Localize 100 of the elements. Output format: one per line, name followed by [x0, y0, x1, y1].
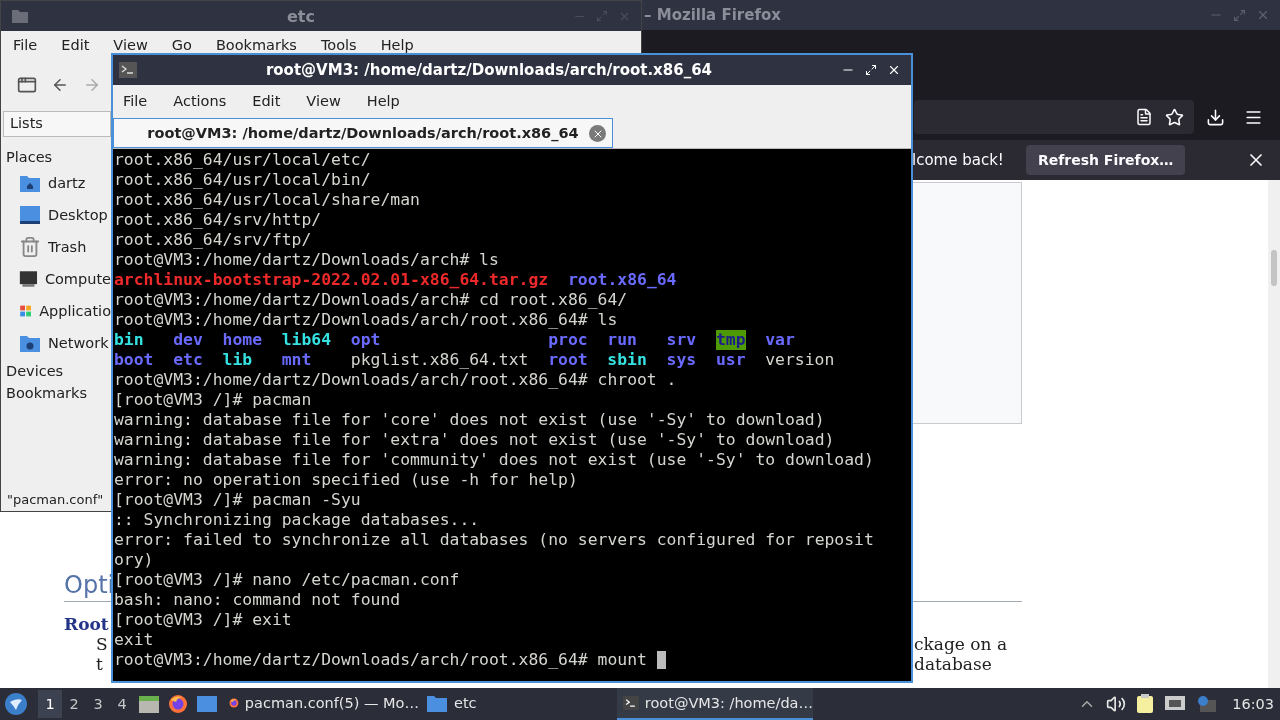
notification-message: lcome back!: [912, 151, 1004, 169]
directory-name: mnt: [281, 350, 312, 370]
terminal-line: warning: database file for 'extra' does not exist (use '-Sy' to download): [114, 430, 835, 450]
home-folder-icon: [19, 173, 41, 193]
place-item[interactable]: dartz: [3, 167, 111, 199]
terminal-line: root.x86_64/srv/ftp/: [114, 230, 312, 250]
terminal-icon[interactable]: [623, 694, 639, 712]
terminal-line: root@VM3:/home/dartz/Downloads/arch/root.x86_64# ls: [114, 310, 618, 330]
directory-name: bin: [114, 330, 144, 350]
menu-item[interactable]: View: [113, 37, 148, 53]
paragraph-text: t: [96, 654, 103, 674]
terminal-line: error: no operation specified (use -h for help): [114, 470, 578, 490]
close-icon[interactable]: [887, 63, 901, 77]
directory-name: boot: [114, 350, 154, 370]
new-window-icon[interactable]: [17, 75, 37, 95]
window-title: etc: [286, 6, 316, 26]
terminal-line: [root@VM3 /]# pacman -Syu: [114, 490, 361, 510]
terminal-tab[interactable]: root@VM3: /home/dartz/Downloads/arch/root.x86_64: [113, 118, 613, 148]
section-label: Devices: [5, 362, 65, 381]
directory-name: usr: [715, 350, 746, 370]
taskbar-item[interactable]: root@VM3: /home/da…: [617, 688, 813, 720]
terminal-line: exit: [114, 630, 154, 650]
terminal-icon: [119, 62, 137, 78]
section-label: Bookmarks: [5, 384, 88, 403]
taskbar-item[interactable]: pacman.conf(5) — Mo…: [223, 688, 419, 720]
directory-name: etc: [173, 350, 203, 370]
terminal-line: root.x86_64/srv/http/: [114, 210, 322, 230]
network-folder-icon: [19, 333, 41, 353]
computer-icon: [19, 269, 38, 289]
paragraph-text: S: [96, 634, 108, 654]
window-title: root@VM3: /home/dartz/Downloads/arch/root.x86_64: [264, 61, 714, 79]
terminal-line: root@VM3:/home/dartz/Downloads/arch/root.x86_64# mount: [114, 650, 647, 670]
menu-item[interactable]: Help: [366, 93, 400, 109]
menu-item[interactable]: View: [306, 93, 341, 109]
directory-name: var: [765, 330, 795, 350]
trash-icon: [19, 236, 41, 258]
directory-name: sys: [666, 350, 697, 370]
download-icon[interactable]: [1205, 107, 1225, 127]
menu-item[interactable]: Tools: [320, 37, 357, 53]
directory-name: proc: [548, 330, 588, 350]
volume-icon[interactable]: [1106, 694, 1127, 714]
desktop-icon[interactable]: [195, 695, 218, 713]
workspace-button[interactable]: 2: [62, 690, 86, 718]
terminal-line: warning: database file for 'community' does not exist (use '-Sy' to download): [114, 450, 874, 470]
scrollbar[interactable]: [1268, 180, 1280, 688]
subheading: Root: [64, 614, 109, 634]
terminal-line: root.x86_64/usr/local/bin/: [114, 170, 371, 190]
directory-name: root.x86_64: [567, 270, 677, 290]
menu-item[interactable]: Edit: [252, 93, 281, 109]
refresh-button[interactable]: Refresh Firefox…: [1025, 145, 1186, 175]
terminal-line: [root@VM3 /]# exit: [114, 610, 292, 630]
reader-view-icon[interactable]: [1135, 108, 1153, 126]
network-icon[interactable]: [1164, 695, 1187, 713]
folder-icon[interactable]: [426, 693, 448, 713]
pane-selector[interactable]: Lists: [3, 111, 111, 137]
url-field[interactable]: [914, 100, 1194, 134]
menu-item[interactable]: Go: [171, 37, 192, 53]
menu-item[interactable]: Bookmarks: [215, 37, 297, 53]
terminal-line: [root@VM3 /]# pacman: [114, 390, 312, 410]
directory-name: opt: [350, 330, 381, 350]
file-manager-icon[interactable]: [137, 694, 160, 714]
folder-icon: [11, 8, 29, 24]
terminal-line: ory): [114, 550, 154, 570]
place-item[interactable]: Compute: [3, 263, 111, 295]
directory-name: lib: [222, 350, 253, 370]
back-icon[interactable]: [51, 76, 69, 94]
workspace-button[interactable]: 1: [38, 690, 62, 718]
terminal-line: root@VM3:/home/dartz/Downloads/arch# ls: [114, 250, 499, 270]
directory-name: dev: [173, 330, 203, 350]
clock: 16:03: [1232, 696, 1274, 712]
terminal-line: :: Synchronizing package databases...: [114, 510, 480, 530]
star-icon[interactable]: [1165, 107, 1184, 127]
file-name: version: [765, 350, 835, 370]
terminal-line: root@VM3:/home/dartz/Downloads/arch/root.x86_64# chroot .: [114, 370, 677, 390]
menu-item[interactable]: File: [13, 37, 38, 53]
menu-item[interactable]: File: [123, 93, 148, 109]
window-title: – Mozilla Firefox: [644, 6, 781, 24]
archive-name: archlinux-bootstrap-2022.02.01-x86_64.tar.gz: [114, 270, 549, 290]
menu-item[interactable]: Actions: [173, 93, 227, 109]
place-item[interactable]: Applicatio: [3, 295, 111, 327]
clipboard-icon[interactable]: [1136, 694, 1155, 714]
workspace-button[interactable]: 4: [110, 690, 134, 718]
notification-icon[interactable]: [1196, 695, 1217, 713]
taskbar-item[interactable]: etc: [420, 688, 616, 720]
firefox-icon[interactable]: [167, 694, 188, 714]
menu-item[interactable]: Help: [380, 37, 414, 53]
directory-name: root: [548, 350, 588, 370]
start-menu-icon[interactable]: [4, 692, 28, 716]
workspace-button[interactable]: 3: [86, 690, 110, 718]
terminal-line: root.x86_64/usr/local/etc/: [114, 150, 371, 170]
place-item[interactable]: Desktop: [3, 199, 111, 231]
status-text: "pacman.conf": [7, 491, 104, 507]
menu-item[interactable]: Edit: [61, 37, 90, 53]
place-item[interactable]: Trash: [3, 231, 111, 263]
terminal-line: root@VM3:/home/dartz/Downloads/arch# cd root.x86_64/: [114, 290, 628, 310]
directory-name: lib64: [281, 330, 332, 350]
maximize-icon[interactable]: [865, 64, 877, 76]
directory-name: home: [222, 330, 262, 350]
directory-name: tmp: [715, 330, 746, 350]
place-item[interactable]: Network: [3, 327, 111, 359]
